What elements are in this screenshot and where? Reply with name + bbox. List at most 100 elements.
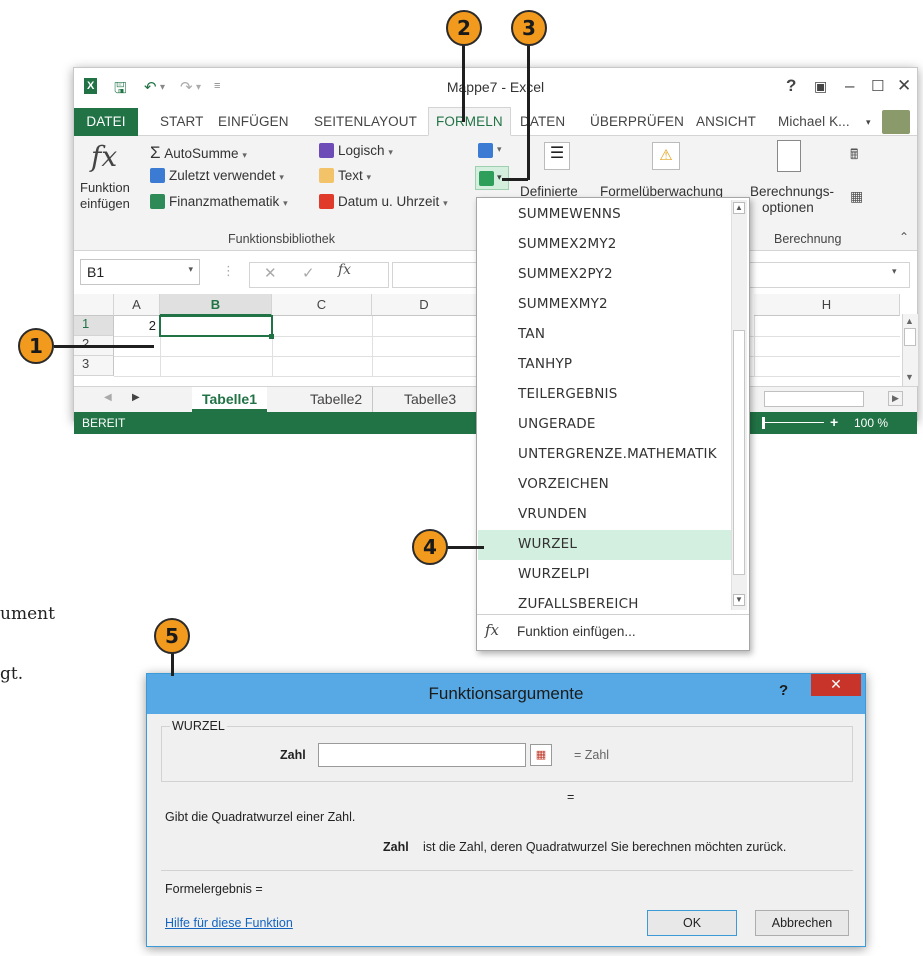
cancel-icon[interactable]: ✕ [264,264,277,282]
tab-einfuegen[interactable]: EINFÜGEN [218,114,289,129]
argument-group: WURZEL Zahl ▦ = Zahl [161,719,853,782]
help-link[interactable]: Hilfe für diese Funktion [165,916,293,930]
zoom-slider-thumb[interactable] [762,417,765,429]
defined-names-icon[interactable]: ☰ [544,142,570,170]
user-name[interactable]: Michael K... [778,114,850,129]
list-item[interactable]: VRUNDEN [478,500,731,530]
tab-datei[interactable]: DATEI [74,108,138,136]
select-all[interactable] [74,294,114,316]
list-item[interactable]: TAN [478,320,731,350]
cancel-button[interactable]: Abbrechen [755,910,849,936]
collapse-ribbon-icon[interactable]: ⌃ [899,230,909,244]
scroll-down-icon[interactable]: ▼ [733,594,745,606]
list-item[interactable]: VORZEICHEN [478,470,731,500]
title-bar: X 🖫 ↶ ▾ ↷ ▾ ≡ Mappe7 - Excel ? ▣ – ☐ ✕ [74,68,917,108]
zoom-in-icon[interactable]: + [830,414,838,430]
lookup-icon[interactable] [478,143,493,158]
chevron-down-icon: ▾ [188,264,193,274]
dropdown-scrollbar[interactable]: ▲ ▼ [731,200,747,610]
col-header-a[interactable]: A [114,294,160,316]
row-header-1[interactable]: 1 [74,316,114,336]
vertical-scrollbar[interactable]: ▲ ▼ [902,314,918,386]
user-dropdown-icon[interactable]: ▾ [866,117,871,128]
logical-button[interactable]: Logisch ▾ [319,143,393,158]
list-item[interactable]: SUMMEWENNS [478,200,731,230]
zahl-input[interactable] [318,743,526,767]
scroll-up-icon[interactable]: ▲ [905,316,914,326]
text-button[interactable]: Text ▾ [319,168,371,183]
autosum-button[interactable]: Σ AutoSumme ▾ [150,143,247,163]
sheet-tab-2[interactable]: Tabelle2 [300,387,374,412]
tab-seitenlayout[interactable]: SEITENLAYOUT [314,114,417,129]
fill-handle[interactable] [269,334,274,339]
insert-function-label-2[interactable]: einfügen [80,196,130,211]
tab-ueberpruefen[interactable]: ÜBERPRÜFEN [590,114,684,129]
help-icon[interactable]: ? [779,682,788,699]
chevron-down-icon[interactable]: ▾ [497,144,502,155]
callout-1-leader [54,345,154,348]
scroll-thumb[interactable] [904,328,916,346]
close-button[interactable]: ✕ [897,76,911,96]
close-button[interactable]: ✕ [811,674,861,696]
help-button[interactable]: ? [786,76,796,96]
tab-ansicht[interactable]: ANSICHT [696,114,756,129]
enter-icon[interactable]: ✓ [302,264,315,282]
cell-b1-selected[interactable] [159,315,273,337]
datetime-label: Datum u. Uhrzeit [338,194,440,209]
insert-function-label-1[interactable]: Funktion [80,180,130,195]
col-header-c[interactable]: C [272,294,372,316]
horizontal-scrollbar[interactable] [764,391,864,407]
tab-start[interactable]: START [160,114,204,129]
sheet-tab-1[interactable]: Tabelle1 [192,387,267,412]
dialog-title: Funktionsargumente [428,684,584,703]
row-header-3[interactable]: 3 [74,356,114,376]
scroll-up-icon[interactable]: ▲ [733,202,745,214]
insert-function-icon[interactable]: fx [338,262,351,278]
scroll-thumb[interactable] [733,330,745,575]
calc-sheet-icon[interactable]: ▦ [850,188,863,205]
name-box[interactable]: B1 ▾ [80,259,200,285]
col-header-d[interactable]: D [372,294,477,316]
zoom-level[interactable]: 100 % [854,416,888,430]
insert-function-menu-item[interactable]: fx Funktion einfügen... [477,614,749,650]
tab-formeln[interactable]: FORMELN [428,107,511,136]
avatar[interactable] [882,110,910,134]
col-header-h[interactable]: H [754,294,900,316]
list-item[interactable]: UNGERADE [478,410,731,440]
name-box-value: B1 [87,264,105,280]
cell-a1[interactable]: 2 [114,318,158,333]
list-item[interactable]: SUMMEX2MY2 [478,230,731,260]
list-item[interactable]: SUMMEXMY2 [478,290,731,320]
recent-button[interactable]: Zuletzt verwendet ▾ [150,168,284,183]
sheet-tab-3[interactable]: Tabelle3 [394,387,466,412]
list-item[interactable]: WURZELPI [478,560,731,590]
datetime-button[interactable]: Datum u. Uhrzeit ▾ [319,194,448,209]
list-item[interactable]: TEILERGEBNIS [478,380,731,410]
calc-options-label-2[interactable]: optionen [762,200,814,215]
callout-2: 2 [446,10,482,46]
minimize-button[interactable]: – [845,76,854,96]
zoom-slider[interactable] [764,422,824,423]
scroll-right-end-icon[interactable]: ▶ [888,391,903,406]
calc-now-icon[interactable]: 🖩 [850,144,858,168]
calc-options-label-1[interactable]: Berechnungs- [750,184,834,199]
list-item[interactable]: SUMMEX2PY2 [478,260,731,290]
scroll-right-icon[interactable]: ▶ [132,392,140,403]
range-select-icon[interactable]: ▦ [530,744,552,766]
separator-icon: ⋮ [222,263,235,278]
financial-button[interactable]: Finanzmathematik ▾ [150,194,288,209]
list-item[interactable]: UNTERGRENZE.MATHEMATIK [478,440,731,470]
group-label-calc: Berechnung [774,232,842,246]
expand-formula-icon[interactable]: ▾ [892,266,897,277]
calculator-icon[interactable] [777,140,801,172]
warning-icon[interactable]: ⚠ [652,142,680,170]
scroll-down-icon[interactable]: ▼ [905,372,914,382]
scroll-left-icon[interactable]: ◀ [104,392,112,403]
maximize-button[interactable]: ☐ [871,77,884,95]
list-item-selected[interactable]: WURZEL [478,530,731,560]
ribbon-display-icon[interactable]: ▣ [814,78,827,95]
col-header-b[interactable]: B [160,294,272,316]
function-icon[interactable]: fx [91,140,117,173]
list-item[interactable]: TANHYP [478,350,731,380]
ok-button[interactable]: OK [647,910,737,936]
